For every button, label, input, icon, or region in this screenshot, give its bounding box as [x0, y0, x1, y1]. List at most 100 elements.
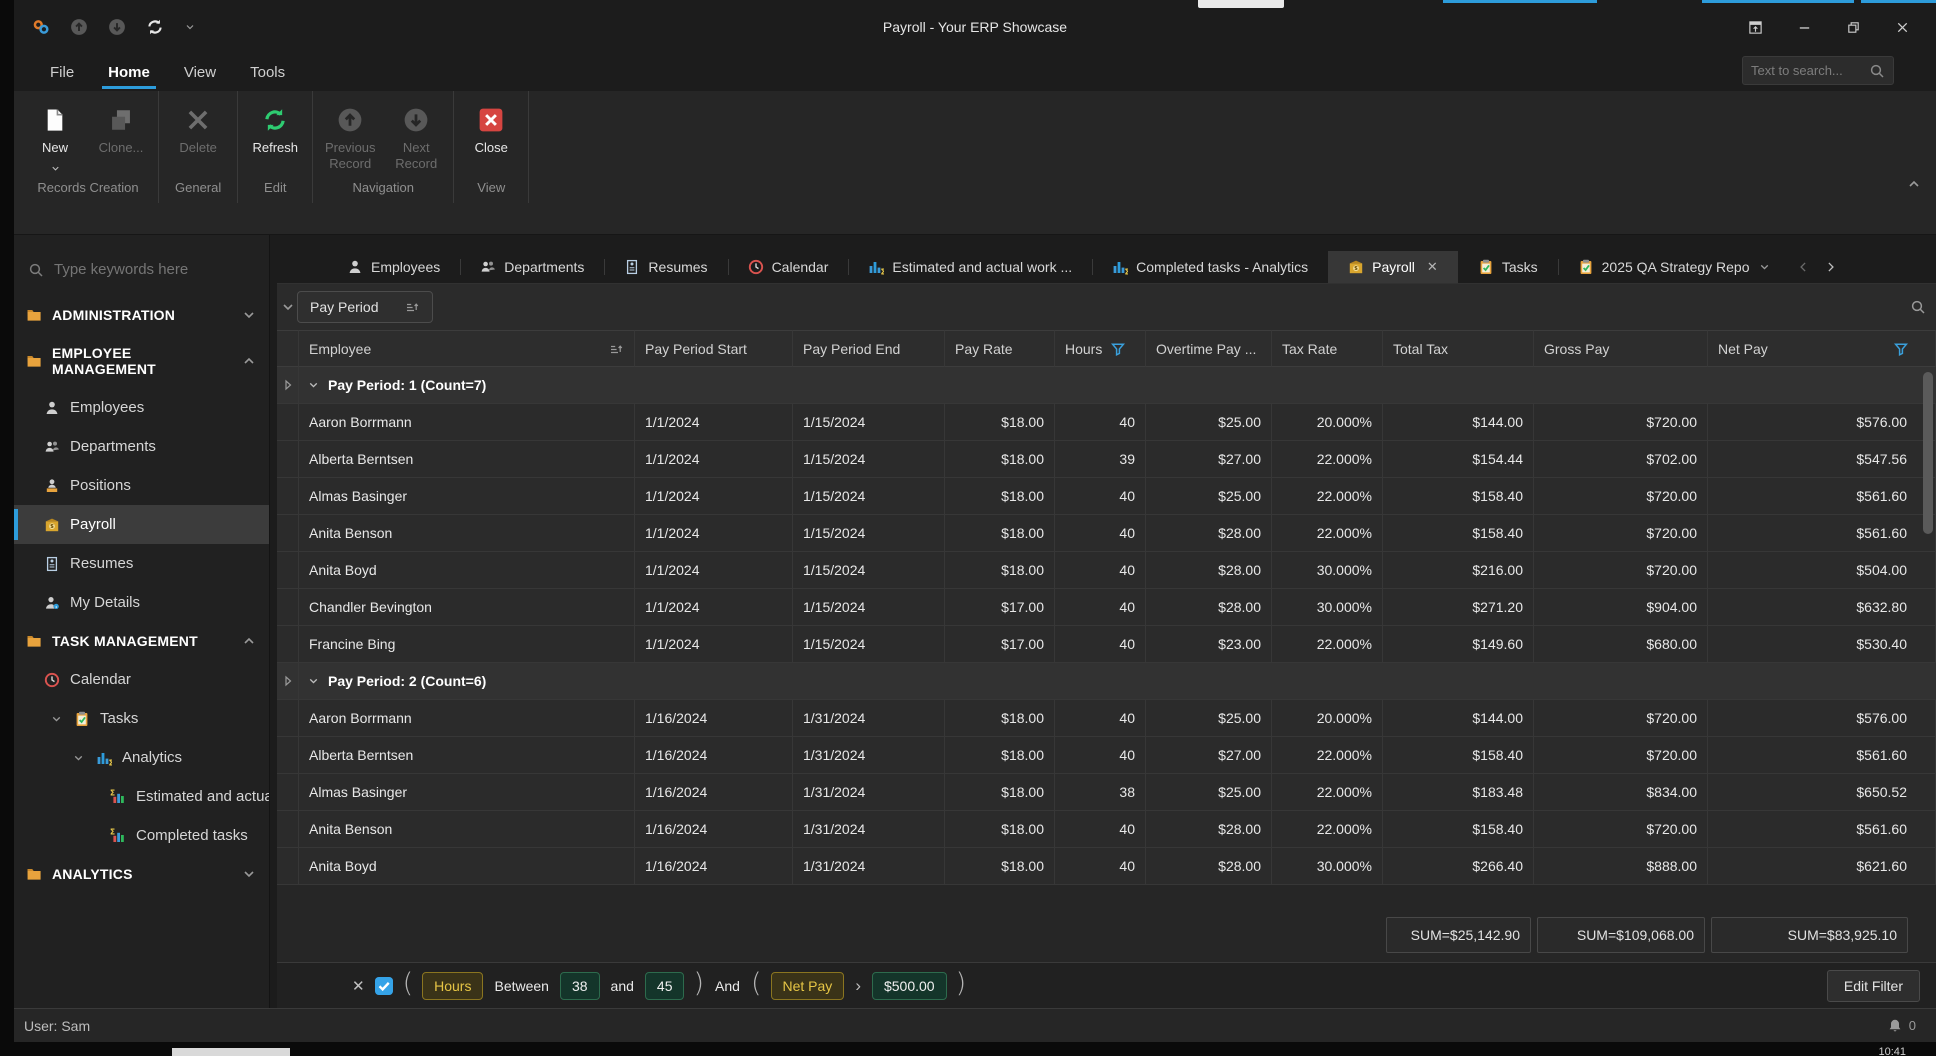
- cell-total-tax: $183.48: [1383, 774, 1534, 811]
- table-row[interactable]: Aaron Borrmann1/1/20241/15/2024$18.0040$…: [277, 404, 1936, 441]
- column-header-total-tax[interactable]: Total Tax: [1383, 330, 1534, 367]
- sidebar-item-payroll[interactable]: Payroll: [14, 505, 269, 544]
- grid-search-icon[interactable]: [1910, 299, 1926, 315]
- chevron-down-icon[interactable]: [48, 711, 64, 727]
- sidebar-section-analytics[interactable]: ANALYTICS: [14, 855, 269, 893]
- tab-completed-tasks-analytics[interactable]: ΣCompleted tasks - Analytics: [1092, 251, 1328, 283]
- minimize-icon[interactable]: [1797, 20, 1812, 35]
- text-search-box[interactable]: [1742, 56, 1894, 85]
- notifications-bell-icon[interactable]: [1887, 1018, 1903, 1034]
- sidebar-search-input[interactable]: [54, 261, 244, 278]
- column-header-hours[interactable]: Hours: [1055, 330, 1146, 367]
- filter-value[interactable]: 45: [645, 972, 685, 1000]
- menu-view[interactable]: View: [170, 58, 230, 87]
- table-row[interactable]: Anita Boyd1/1/20241/15/2024$18.0040$28.0…: [277, 552, 1936, 589]
- chevron-left-icon[interactable]: [1797, 259, 1810, 275]
- group-row[interactable]: Pay Period: 1 (Count=7): [277, 367, 1936, 404]
- group-expand-indicator[interactable]: [277, 663, 299, 700]
- row-indicator: [277, 478, 299, 515]
- app-gears-icon[interactable]: [32, 18, 50, 36]
- group-by-chip-pay-period[interactable]: Pay Period: [297, 291, 433, 323]
- column-header-employee[interactable]: Employee: [299, 330, 635, 367]
- table-row[interactable]: Anita Benson1/16/20241/31/2024$18.0040$2…: [277, 811, 1936, 848]
- tab-tasks[interactable]: Tasks: [1458, 251, 1558, 283]
- sidebar-item-calendar[interactable]: Calendar: [14, 660, 269, 699]
- tab-2025-qa-strategy-repo[interactable]: 2025 QA Strategy Repo: [1558, 251, 1791, 283]
- vertical-scrollbar[interactable]: [1923, 368, 1933, 928]
- sidebar-item-employees[interactable]: Employees: [14, 388, 269, 427]
- tab-estimated-and-actual-work-[interactable]: ΣEstimated and actual work ...: [848, 251, 1092, 283]
- table-row[interactable]: Aaron Borrmann1/16/20241/31/2024$18.0040…: [277, 700, 1936, 737]
- chevron-down-icon[interactable]: [70, 750, 86, 766]
- tab-employees[interactable]: Employees: [327, 251, 460, 283]
- arrow-up-circle-icon[interactable]: [70, 18, 88, 36]
- tab-departments[interactable]: Departments: [460, 251, 604, 283]
- table-row[interactable]: Almas Basinger1/16/20241/31/2024$18.0038…: [277, 774, 1936, 811]
- table-row[interactable]: Alberta Berntsen1/1/20241/15/2024$18.003…: [277, 441, 1936, 478]
- sidebar-item-estimated-and-actual-work-con[interactable]: ΣEstimated and actual work con: [14, 777, 269, 816]
- filter-value[interactable]: 38: [560, 972, 600, 1000]
- filter-value[interactable]: $500.00: [872, 972, 947, 1000]
- dock-panel-icon[interactable]: [1748, 20, 1763, 35]
- cell-gross-pay: $720.00: [1534, 515, 1708, 552]
- group-expand-indicator[interactable]: [277, 367, 299, 404]
- arrow-down-circle-icon[interactable]: [108, 18, 126, 36]
- table-row[interactable]: Francine Bing1/1/20241/15/2024$17.0040$2…: [277, 626, 1936, 663]
- sidebar-item-resumes[interactable]: Resumes: [14, 544, 269, 583]
- chevron-right-icon[interactable]: [1824, 259, 1837, 275]
- restore-icon[interactable]: [1846, 20, 1861, 35]
- menu-home[interactable]: Home: [94, 58, 164, 87]
- table-row[interactable]: Anita Benson1/1/20241/15/2024$18.0040$28…: [277, 515, 1936, 552]
- menu-tools[interactable]: Tools: [236, 58, 299, 87]
- funnel-icon[interactable]: [1893, 341, 1909, 357]
- chevron-down-icon[interactable]: [307, 673, 320, 689]
- sidebar-item-my-details[interactable]: My Details: [14, 583, 269, 622]
- ribbon-collapse-icon[interactable]: [1906, 176, 1922, 192]
- filter-field-net-pay[interactable]: Net Pay: [771, 972, 845, 1000]
- sidebar-section-administration[interactable]: ADMINISTRATION: [14, 296, 269, 334]
- sidebar-section-employee-management[interactable]: EMPLOYEE MANAGEMENT: [14, 334, 269, 388]
- column-header-pay-rate[interactable]: Pay Rate: [945, 330, 1055, 367]
- close-icon[interactable]: [1895, 20, 1910, 35]
- group-row[interactable]: Pay Period: 2 (Count=6): [277, 663, 1936, 700]
- ribbon-button-new[interactable]: New: [24, 101, 86, 174]
- column-header-pay-period-start[interactable]: Pay Period Start: [635, 330, 793, 367]
- edit-filter-button[interactable]: Edit Filter: [1827, 970, 1920, 1002]
- refresh-white-icon[interactable]: [146, 18, 164, 36]
- tab-calendar[interactable]: Calendar: [728, 251, 849, 283]
- column-header-gross-pay[interactable]: Gross Pay: [1534, 330, 1708, 367]
- search-input[interactable]: [1751, 63, 1869, 78]
- tab-resumes[interactable]: Resumes: [604, 251, 727, 283]
- table-row[interactable]: Alberta Berntsen1/16/20241/31/2024$18.00…: [277, 737, 1936, 774]
- sidebar-search-box[interactable]: [14, 253, 269, 296]
- scrollbar-thumb[interactable]: [1923, 372, 1933, 534]
- filter-field-hours[interactable]: Hours: [422, 972, 483, 1000]
- column-header-pay-period-end[interactable]: Pay Period End: [793, 330, 945, 367]
- ribbon-button-refresh[interactable]: Refresh: [244, 101, 306, 156]
- column-header-tax-rate[interactable]: Tax Rate: [1272, 330, 1383, 367]
- sidebar-item-analytics[interactable]: ΣAnalytics: [14, 738, 269, 777]
- ribbon-button-close[interactable]: Close: [460, 101, 522, 156]
- column-header-overtime-pay-[interactable]: Overtime Pay ...: [1146, 330, 1272, 367]
- sidebar-section-label: ANALYTICS: [52, 866, 133, 882]
- table-row[interactable]: Anita Boyd1/16/20241/31/2024$18.0040$28.…: [277, 848, 1936, 885]
- sidebar-item-tasks[interactable]: Tasks: [14, 699, 269, 738]
- table-row[interactable]: Chandler Bevington1/1/20241/15/2024$17.0…: [277, 589, 1936, 626]
- filter-enabled-checkbox[interactable]: [374, 976, 394, 996]
- cell-total-tax: $144.00: [1383, 404, 1534, 441]
- tab-close-icon[interactable]: ✕: [1427, 259, 1438, 275]
- chevron-down-icon[interactable]: [184, 18, 196, 36]
- sidebar-item-departments[interactable]: Departments: [14, 427, 269, 466]
- sidebar-item-positions[interactable]: Positions: [14, 466, 269, 505]
- sidebar-item-completed-tasks[interactable]: ΣCompleted tasks: [14, 816, 269, 855]
- collapse-groups-icon[interactable]: [279, 299, 297, 315]
- chevron-down-icon[interactable]: [1758, 259, 1771, 275]
- tab-payroll[interactable]: Payroll✕: [1328, 251, 1458, 283]
- chevron-down-icon[interactable]: [307, 377, 320, 393]
- column-header-net-pay[interactable]: Net Pay: [1708, 330, 1936, 367]
- funnel-icon[interactable]: [1110, 341, 1126, 357]
- table-row[interactable]: Almas Basinger1/1/20241/15/2024$18.0040$…: [277, 478, 1936, 515]
- menu-file[interactable]: File: [36, 58, 88, 87]
- filter-remove-icon[interactable]: ✕: [352, 977, 365, 995]
- sidebar-section-task-management[interactable]: TASK MANAGEMENT: [14, 622, 269, 660]
